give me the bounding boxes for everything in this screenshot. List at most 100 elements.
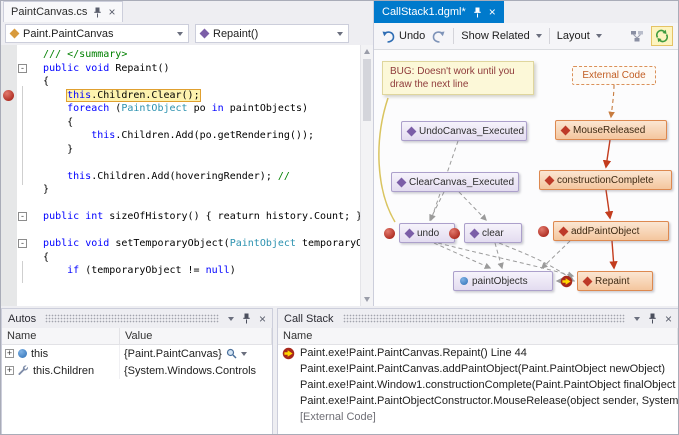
member-selector-dropdown[interactable]: Repaint() bbox=[195, 24, 349, 43]
code-token: void bbox=[85, 63, 109, 74]
tab-callstack-dgml[interactable]: CallStack1.dgml* × bbox=[374, 1, 504, 23]
dgml-canvas[interactable]: BUG: Doesn't work until you draw the nex… bbox=[374, 50, 679, 306]
window-menu-icon[interactable] bbox=[228, 317, 234, 321]
undo-icon bbox=[381, 30, 395, 43]
code-line[interactable]: { bbox=[31, 75, 360, 89]
close-icon[interactable]: × bbox=[665, 314, 672, 324]
code-line[interactable]: /// </summary> bbox=[31, 48, 360, 62]
code-line[interactable]: this.Children.Add(hoveringRender); // bbox=[31, 170, 360, 184]
flagged-method-icon bbox=[561, 125, 571, 135]
expand-icon[interactable]: + bbox=[5, 349, 14, 358]
redo-button[interactable] bbox=[432, 30, 446, 43]
type-selector-dropdown[interactable]: Paint.PaintCanvas bbox=[5, 24, 189, 43]
breakpoint-icon[interactable] bbox=[384, 228, 395, 239]
variable-name-cell: +this.Children bbox=[2, 362, 120, 379]
code-token: null bbox=[206, 265, 230, 276]
window-menu-icon[interactable] bbox=[634, 317, 640, 321]
dgml-node-undoCanvas[interactable]: UndoCanvas_Executed bbox=[401, 121, 527, 141]
variable-row[interactable]: +this{Paint.PaintCanvas} bbox=[2, 345, 272, 362]
fold-collapse-icon[interactable]: - bbox=[18, 239, 27, 248]
sync-button[interactable] bbox=[651, 26, 673, 46]
scroll-down-icon[interactable] bbox=[364, 297, 370, 302]
code-line[interactable]: this.Children.Add(po.getRendering()); bbox=[31, 129, 360, 143]
layout-button[interactable]: Layout bbox=[557, 30, 602, 42]
pin-icon[interactable] bbox=[242, 313, 251, 324]
dgml-node-clearCanvas[interactable]: ClearCanvas_Executed bbox=[391, 172, 519, 192]
pin-icon[interactable] bbox=[93, 7, 102, 18]
code-editor[interactable]: - - - /// </summary> public void Repaint()… bbox=[1, 45, 373, 306]
code-line[interactable] bbox=[31, 224, 360, 238]
show-related-button[interactable]: Show Related bbox=[461, 30, 542, 42]
class-icon bbox=[10, 29, 20, 39]
autos-title-bar[interactable]: Autos × bbox=[2, 309, 272, 328]
code-token: PaintObject bbox=[230, 238, 296, 249]
yellow-arrow-icon bbox=[560, 275, 573, 288]
scrollbar-thumb[interactable] bbox=[363, 59, 371, 121]
code-line[interactable]: { bbox=[31, 116, 360, 130]
dgml-node-addPaint[interactable]: addPaintObject bbox=[553, 221, 669, 241]
code-line[interactable]: { bbox=[31, 251, 360, 265]
callstack-title-bar[interactable]: Call Stack × bbox=[278, 309, 678, 328]
magnifier-icon[interactable] bbox=[226, 348, 237, 359]
breakpoint-icon[interactable] bbox=[3, 90, 14, 101]
drag-grip[interactable] bbox=[45, 314, 219, 323]
dgml-node-repaint[interactable]: Repaint bbox=[577, 271, 653, 291]
code-line[interactable]: foreach (PaintObject po in paintObjects) bbox=[31, 102, 360, 116]
code-token: paintObjects) bbox=[224, 103, 308, 114]
code-token: .Children.Clear(); bbox=[91, 90, 199, 101]
code-line[interactable]: public int sizeOfHistory() { reaturn his… bbox=[31, 210, 360, 224]
scroll-up-icon[interactable] bbox=[364, 49, 370, 54]
pin-icon[interactable] bbox=[648, 313, 657, 324]
code-line[interactable] bbox=[31, 197, 360, 211]
code-indent bbox=[31, 63, 43, 74]
close-icon[interactable]: × bbox=[108, 7, 115, 17]
close-icon[interactable]: × bbox=[489, 7, 496, 17]
breakpoint-icon[interactable] bbox=[449, 228, 460, 239]
stack-frame-row[interactable]: Paint.exe!Paint.PaintCanvas.Repaint() Li… bbox=[278, 345, 678, 361]
fold-collapse-icon[interactable]: - bbox=[18, 212, 27, 221]
column-header-name[interactable]: Name bbox=[278, 328, 678, 344]
pin-icon[interactable] bbox=[473, 7, 482, 18]
code-token: ( bbox=[109, 103, 121, 114]
tab-paintcanvas[interactable]: PaintCanvas.cs × bbox=[3, 1, 123, 22]
breakpoint-icon[interactable] bbox=[538, 226, 549, 237]
dgml-node-clear[interactable]: clear bbox=[464, 223, 522, 243]
stack-frame-row[interactable]: [External Code] bbox=[278, 409, 678, 425]
dgml-node-paintObjects[interactable]: paintObjects bbox=[453, 271, 553, 291]
chevron-down-icon bbox=[177, 32, 183, 36]
dgml-node-external[interactable]: External Code bbox=[572, 66, 656, 85]
layout-label: Layout bbox=[557, 30, 590, 42]
dgml-node-construction[interactable]: constructionComplete bbox=[539, 170, 672, 190]
editor-vertical-scrollbar[interactable] bbox=[360, 45, 373, 306]
expand-icon[interactable]: + bbox=[5, 366, 14, 375]
undo-button[interactable]: Undo bbox=[381, 30, 425, 43]
breakpoint-gutter[interactable] bbox=[1, 45, 17, 306]
stack-frame-row[interactable]: Paint.exe!Paint.Window1.constructionComp… bbox=[278, 377, 678, 393]
code-line[interactable]: } bbox=[31, 183, 360, 197]
dgml-node-undo[interactable]: undo bbox=[399, 223, 455, 243]
folding-gutter[interactable]: - - - bbox=[17, 45, 29, 306]
graph-direction-button[interactable] bbox=[630, 30, 644, 43]
column-header-value[interactable]: Value bbox=[120, 328, 272, 344]
drag-grip[interactable] bbox=[343, 314, 625, 323]
code-line[interactable]: public void Repaint() bbox=[31, 62, 360, 76]
code-line[interactable]: if (temporaryObject != null) bbox=[31, 264, 360, 278]
chevron-down-icon[interactable] bbox=[241, 352, 247, 356]
code-line[interactable]: public void setTemporaryObject(PaintObje… bbox=[31, 237, 360, 251]
column-header-name[interactable]: Name bbox=[2, 328, 120, 344]
code-line[interactable]: } bbox=[31, 143, 360, 157]
fold-collapse-icon[interactable]: - bbox=[18, 64, 27, 73]
variable-row[interactable]: +this.Children{System.Windows.Controls bbox=[2, 362, 272, 379]
dgml-note[interactable]: BUG: Doesn't work until you draw the nex… bbox=[382, 61, 534, 95]
stack-frame-row[interactable]: Paint.exe!Paint.PaintCanvas.addPaintObje… bbox=[278, 361, 678, 377]
sync-icon bbox=[655, 29, 669, 43]
dgml-node-mouseReleased[interactable]: MouseReleased bbox=[555, 120, 667, 140]
stack-frame-row[interactable]: Paint.exe!Paint.PaintObjectConstructor.M… bbox=[278, 393, 678, 409]
code-token: public bbox=[43, 211, 79, 222]
code-line[interactable]: this.Children.Clear(); bbox=[31, 89, 360, 103]
code-line[interactable] bbox=[31, 156, 360, 170]
close-icon[interactable]: × bbox=[259, 314, 266, 324]
code-lines[interactable]: /// </summary> public void Repaint() { t… bbox=[29, 45, 360, 306]
event-icon bbox=[397, 177, 407, 187]
code-token: { bbox=[43, 252, 49, 263]
